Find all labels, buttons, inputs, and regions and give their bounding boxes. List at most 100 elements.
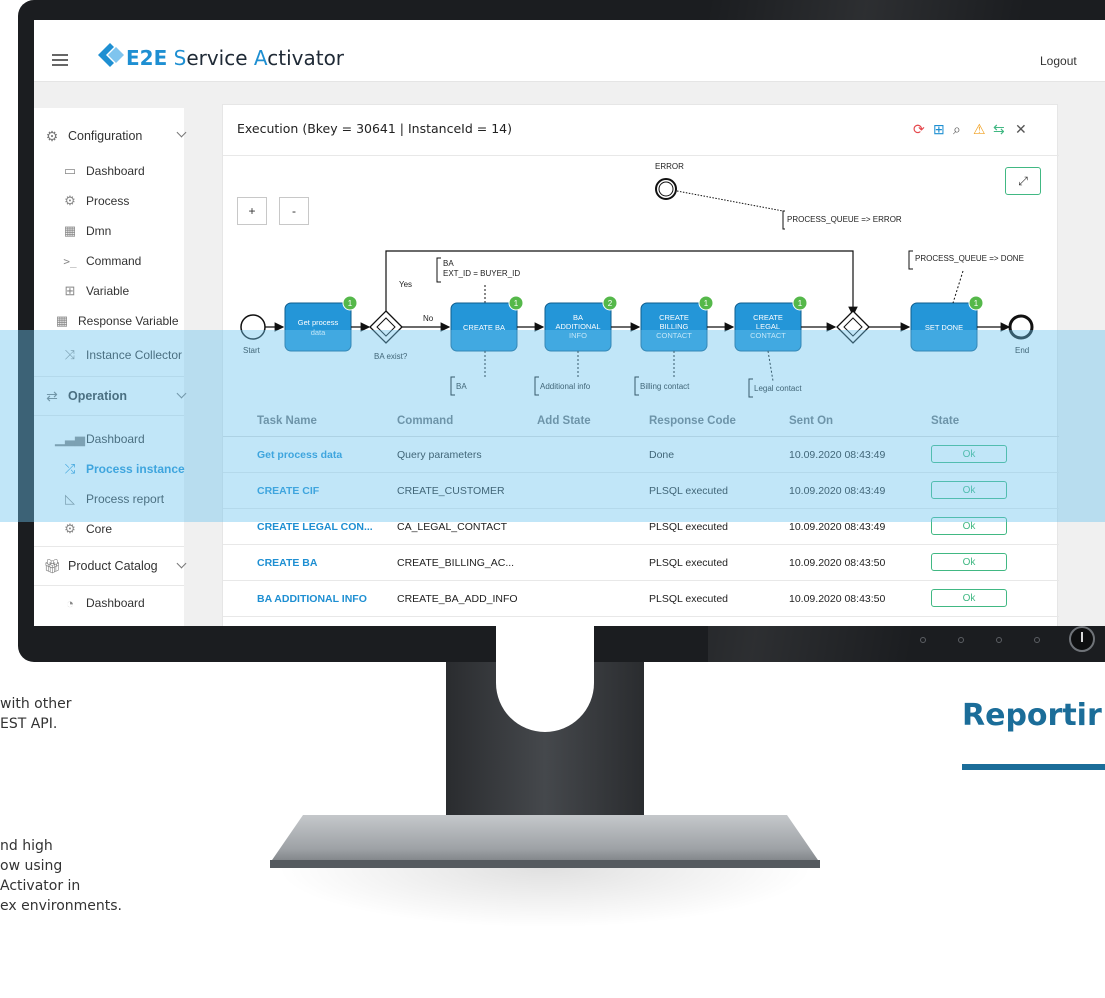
terminal-icon: >_ [63,254,77,268]
end-event[interactable] [1008,314,1034,340]
gateway-merge[interactable] [836,310,870,344]
cell-sent-on: 10.09.2020 08:43:50 [789,557,886,569]
search-icon[interactable]: ⌕ [953,121,961,137]
sidebar-item-process-report[interactable]: ◺ Process report [34,484,184,514]
grid-icon[interactable]: ⊞ [933,121,945,137]
sidebar: ⚙ Configuration ▭ Dashboard ⚙ Process ▦ … [34,108,187,626]
cell-sent-on: 10.09.2020 08:43:49 [789,485,886,497]
start-label: Start [243,346,261,355]
zoom-out-button[interactable]: - [279,197,309,225]
cell-command: Query parameters [397,449,482,461]
cell-response-code: PLSQL executed [649,521,728,533]
data-object-additional-info: Additional info [540,382,591,391]
sidebar-item-label: Process [86,194,130,208]
start-event[interactable] [240,314,266,340]
sidebar-item-process-instance[interactable]: ⤮ Process instance [34,454,185,484]
column-header-response-code[interactable]: Response Code [649,415,736,427]
boxes-icon: ⊞ [64,283,76,298]
logout-link[interactable]: Logout [1040,54,1077,68]
table-row[interactable]: CREATE BA CREATE_BILLING_AC... PLSQL exe… [223,545,1059,581]
sidebar-item-instance-collector[interactable]: ⤨ Instance Collector [34,340,184,370]
chevron-down-icon [176,558,187,569]
sidebar-group-label: Product Catalog [68,559,158,573]
gear-icon: ⚙ [64,521,76,536]
data-object-billing-contact: Billing contact [640,382,690,391]
app-screen: E2E Service Activator Logout ⚙ Configura… [34,20,1105,626]
zoom-in-button[interactable]: + [237,197,267,225]
area-chart-icon: ◺ [65,491,75,506]
cell-task-name[interactable]: CREATE BA [257,557,317,569]
gateway-ba-exist[interactable] [369,310,403,344]
table-row[interactable]: CREATE LEGAL CON... CA_LEGAL_CONTACT PLS… [223,509,1059,545]
task-label: CONTACT [750,331,786,340]
annotation-ba: BA [443,259,454,268]
cell-task-name[interactable]: CREATE CIF [257,485,319,497]
logo-icon [98,43,124,67]
sidebar-item-variable[interactable]: ⊞ Variable [34,276,184,306]
logo-letter-a: A [253,46,268,70]
sidebar-item-label: Dashboard [86,432,145,446]
logo-prefix: E2E [126,46,168,70]
sidebar-item-response-variable[interactable]: ▦ Response Variable [34,306,184,336]
column-header-task-name[interactable]: Task Name [257,415,317,427]
chevron-down-icon [176,388,187,399]
monitor-button[interactable] [920,637,926,643]
cell-task-name[interactable]: BA ADDITIONAL INFO [257,593,367,605]
sidebar-group-label: Operation [68,389,128,403]
sidebar-item-label: Process report [86,492,165,506]
table-row[interactable]: BA ADDITIONAL INFO CREATE_BA_ADD_INFO PL… [223,581,1059,617]
sidebar-item-core[interactable]: ⚙ Core [34,514,184,544]
app-logo-text: E2E Service Activator [126,46,344,70]
monitor-button[interactable] [958,637,964,643]
sidebar-item-catalog-dashboard[interactable]: ◔ Dashboard [34,588,184,618]
stand-shadow [275,868,815,928]
heading-underline [962,764,1105,770]
monitor-button[interactable] [1034,637,1040,643]
sidebar-item-label: Command [86,254,142,268]
annotation-done-queue: PROCESS_QUEUE => DONE [915,254,1024,263]
status-badge: Ok [931,553,1007,571]
sync-icon[interactable]: ⇆ [993,121,1005,137]
task-label: ADDITIONAL [555,322,600,331]
power-icon[interactable] [1069,626,1095,652]
table-row[interactable]: CREATE CIF CREATE_CUSTOMER PLSQL execute… [223,473,1059,509]
sidebar-item-operation-dashboard[interactable]: ▁▃▅ Dashboard [34,424,184,454]
monitor-button[interactable] [996,637,1002,643]
sidebar-item-dashboard[interactable]: ▭ Dashboard [34,156,184,186]
cell-command: CREATE_BA_ADD_INFO [397,593,518,605]
column-header-add-state[interactable]: Add State [537,415,591,427]
bpmn-diagram: Start Get process data 1 BA exist? Yes N… [240,162,1034,398]
chart-icon: ▁▃▅ [55,431,85,446]
reporting-heading: Reportir [962,698,1102,733]
sidebar-group-product-catalog[interactable]: 🎁︎ Product Catalog [34,546,187,586]
task-count-text: 2 [608,299,613,308]
execution-card: Execution (Bkey = 30641 | InstanceId = 1… [222,104,1059,626]
task-get-process-data[interactable] [284,302,352,352]
task-label: Get process [298,318,339,327]
close-icon[interactable]: ✕ [1015,121,1027,137]
cell-task-name[interactable]: CREATE LEGAL CON... [257,521,373,533]
table-row[interactable]: Get process data Query parameters Done 1… [223,437,1059,473]
column-header-sent-on[interactable]: Sent On [789,415,833,427]
hamburger-menu-icon[interactable] [52,54,68,66]
column-header-command[interactable]: Command [397,415,453,427]
column-header-state[interactable]: State [931,415,959,427]
refresh-icon[interactable]: ⟳ [913,121,925,137]
gift-icon: 🎁︎ [43,557,61,574]
sidebar-item-command[interactable]: >_ Command [34,246,184,276]
warning-icon[interactable]: ⚠ [973,121,986,137]
sidebar-group-operation[interactable]: ⇄ Operation [34,376,187,416]
task-label: CONTACT [656,331,692,340]
speedometer-icon: ◔ [66,595,74,611]
sidebar-group-configuration[interactable]: ⚙ Configuration [34,116,187,156]
expand-icon[interactable]: ⤢ [1005,167,1041,195]
logo-word-activator: ctivator [267,46,345,70]
sidebar-item-label: Dashboard [86,596,145,610]
sidebar-item-process[interactable]: ⚙ Process [34,186,184,216]
top-bar: E2E Service Activator Logout [34,20,1105,82]
monitor-stand-base-edge [270,860,820,868]
sidebar-item-label: Core [86,522,113,536]
task-label: LEGAL [756,322,780,331]
sidebar-item-dmn[interactable]: ▦ Dmn [34,216,184,246]
cell-task-name[interactable]: Get process data [257,449,342,461]
